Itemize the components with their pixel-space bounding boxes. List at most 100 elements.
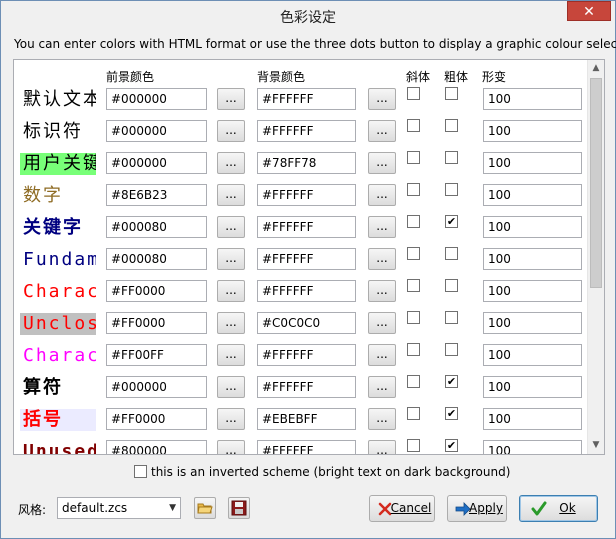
scroll-up-arrow-icon[interactable]: ▲ [588, 60, 604, 77]
italic-checkbox[interactable] [407, 247, 420, 260]
bold-checkbox[interactable] [445, 87, 458, 100]
italic-checkbox[interactable] [407, 279, 420, 292]
scale-input[interactable]: 100 [483, 216, 582, 238]
foreground-picker-button[interactable]: ... [217, 120, 245, 142]
scale-input[interactable]: 100 [483, 440, 582, 454]
foreground-color-input[interactable]: #000000 [106, 152, 207, 174]
inverted-scheme-option[interactable]: this is an inverted scheme (bright text … [134, 465, 510, 479]
scale-input[interactable]: 100 [483, 184, 582, 206]
scale-input[interactable]: 100 [483, 408, 582, 430]
scale-input[interactable]: 100 [483, 312, 582, 334]
italic-checkbox[interactable] [407, 407, 420, 420]
close-button[interactable]: ✕ [567, 1, 611, 21]
background-picker-button[interactable]: ... [368, 344, 396, 366]
background-picker-button[interactable]: ... [368, 88, 396, 110]
bold-checkbox[interactable]: ✔ [445, 407, 458, 420]
background-picker-button[interactable]: ... [368, 216, 396, 238]
foreground-color-input[interactable]: #000080 [106, 216, 207, 238]
foreground-color-input[interactable]: #800000 [106, 440, 207, 454]
background-color-input[interactable]: #FFFFFF [257, 440, 356, 454]
background-picker-button[interactable]: ... [368, 280, 396, 302]
bold-checkbox[interactable] [445, 183, 458, 196]
save-style-button[interactable] [228, 497, 250, 519]
italic-checkbox[interactable] [407, 343, 420, 356]
foreground-color-input[interactable]: #000000 [106, 120, 207, 142]
italic-checkbox[interactable] [407, 375, 420, 388]
foreground-color-input[interactable]: #FF0000 [106, 280, 207, 302]
background-color-input[interactable]: #FFFFFF [257, 216, 356, 238]
bold-checkbox[interactable] [445, 311, 458, 324]
italic-checkbox[interactable] [407, 439, 420, 452]
background-color-input[interactable]: #78FF78 [257, 152, 356, 174]
bold-checkbox[interactable] [445, 279, 458, 292]
foreground-picker-button[interactable]: ... [217, 152, 245, 174]
foreground-picker-button[interactable]: ... [217, 408, 245, 430]
bold-checkbox[interactable] [445, 151, 458, 164]
scale-input[interactable]: 100 [483, 344, 582, 366]
background-picker-button[interactable]: ... [368, 152, 396, 174]
foreground-picker-button[interactable]: ... [217, 248, 245, 270]
background-color-input[interactable]: #FFFFFF [257, 248, 356, 270]
background-color-input[interactable]: #FFFFFF [257, 88, 356, 110]
background-picker-button[interactable]: ... [368, 440, 396, 454]
background-color-input[interactable]: #FFFFFF [257, 376, 356, 398]
foreground-color-input[interactable]: #000080 [106, 248, 207, 270]
foreground-color-input[interactable]: #FF0000 [106, 312, 207, 334]
background-color-input[interactable]: #FFFFFF [257, 280, 356, 302]
foreground-picker-button[interactable]: ... [217, 344, 245, 366]
background-color-input[interactable]: #FFFFFF [257, 344, 356, 366]
cancel-button[interactable]: Cancel [369, 495, 435, 522]
italic-checkbox[interactable] [407, 119, 420, 132]
foreground-color-input[interactable]: #FF00FF [106, 344, 207, 366]
foreground-picker-button[interactable]: ... [217, 216, 245, 238]
foreground-picker-button[interactable]: ... [217, 312, 245, 334]
style-select[interactable]: default.zcs ▼ [57, 497, 181, 519]
vertical-scrollbar[interactable]: ▲ ▼ [587, 60, 604, 454]
foreground-picker-button[interactable]: ... [217, 280, 245, 302]
inverted-scheme-checkbox[interactable] [134, 465, 147, 478]
scale-input[interactable]: 100 [483, 120, 582, 142]
open-style-button[interactable] [194, 497, 216, 519]
italic-checkbox[interactable] [407, 151, 420, 164]
scale-input[interactable]: 100 [483, 280, 582, 302]
foreground-picker-button[interactable]: ... [217, 440, 245, 454]
bold-checkbox[interactable]: ✔ [445, 215, 458, 228]
italic-checkbox[interactable] [407, 311, 420, 324]
bold-checkbox[interactable]: ✔ [445, 439, 458, 452]
foreground-color-input[interactable]: #000000 [106, 376, 207, 398]
foreground-picker-button[interactable]: ... [217, 88, 245, 110]
italic-checkbox[interactable] [407, 87, 420, 100]
bold-checkbox[interactable] [445, 119, 458, 132]
scroll-thumb[interactable] [590, 78, 602, 288]
scale-input[interactable]: 100 [483, 248, 582, 270]
background-picker-button[interactable]: ... [368, 184, 396, 206]
ok-button[interactable]: Ok [519, 495, 598, 522]
background-picker-button[interactable]: ... [368, 312, 396, 334]
background-picker-button[interactable]: ... [368, 408, 396, 430]
background-color-input[interactable]: #EBEBFF [257, 408, 356, 430]
italic-checkbox[interactable] [407, 215, 420, 228]
background-picker-button[interactable]: ... [368, 248, 396, 270]
bold-checkbox[interactable] [445, 343, 458, 356]
foreground-picker-button[interactable]: ... [217, 376, 245, 398]
scale-input[interactable]: 100 [483, 376, 582, 398]
background-color-input[interactable]: #FFFFFF [257, 120, 356, 142]
scale-input[interactable]: 100 [483, 152, 582, 174]
apply-button[interactable]: Apply [447, 495, 507, 522]
window-title: 色彩设定 [280, 10, 336, 26]
background-color-input[interactable]: #FFFFFF [257, 184, 356, 206]
table-row: 用户关键字 #000000... #78FF78... 100 [14, 148, 589, 180]
foreground-color-input[interactable]: #8E6B23 [106, 184, 207, 206]
table-row: 括号 #FF0000... #EBEBFF... ✔ 100 [14, 404, 589, 436]
background-picker-button[interactable]: ... [368, 120, 396, 142]
background-color-input[interactable]: #C0C0C0 [257, 312, 356, 334]
bold-checkbox[interactable] [445, 247, 458, 260]
scroll-down-arrow-icon[interactable]: ▼ [588, 437, 604, 454]
foreground-color-input[interactable]: #000000 [106, 88, 207, 110]
bold-checkbox[interactable]: ✔ [445, 375, 458, 388]
foreground-color-input[interactable]: #FF0000 [106, 408, 207, 430]
foreground-picker-button[interactable]: ... [217, 184, 245, 206]
background-picker-button[interactable]: ... [368, 376, 396, 398]
italic-checkbox[interactable] [407, 183, 420, 196]
scale-input[interactable]: 100 [483, 88, 582, 110]
